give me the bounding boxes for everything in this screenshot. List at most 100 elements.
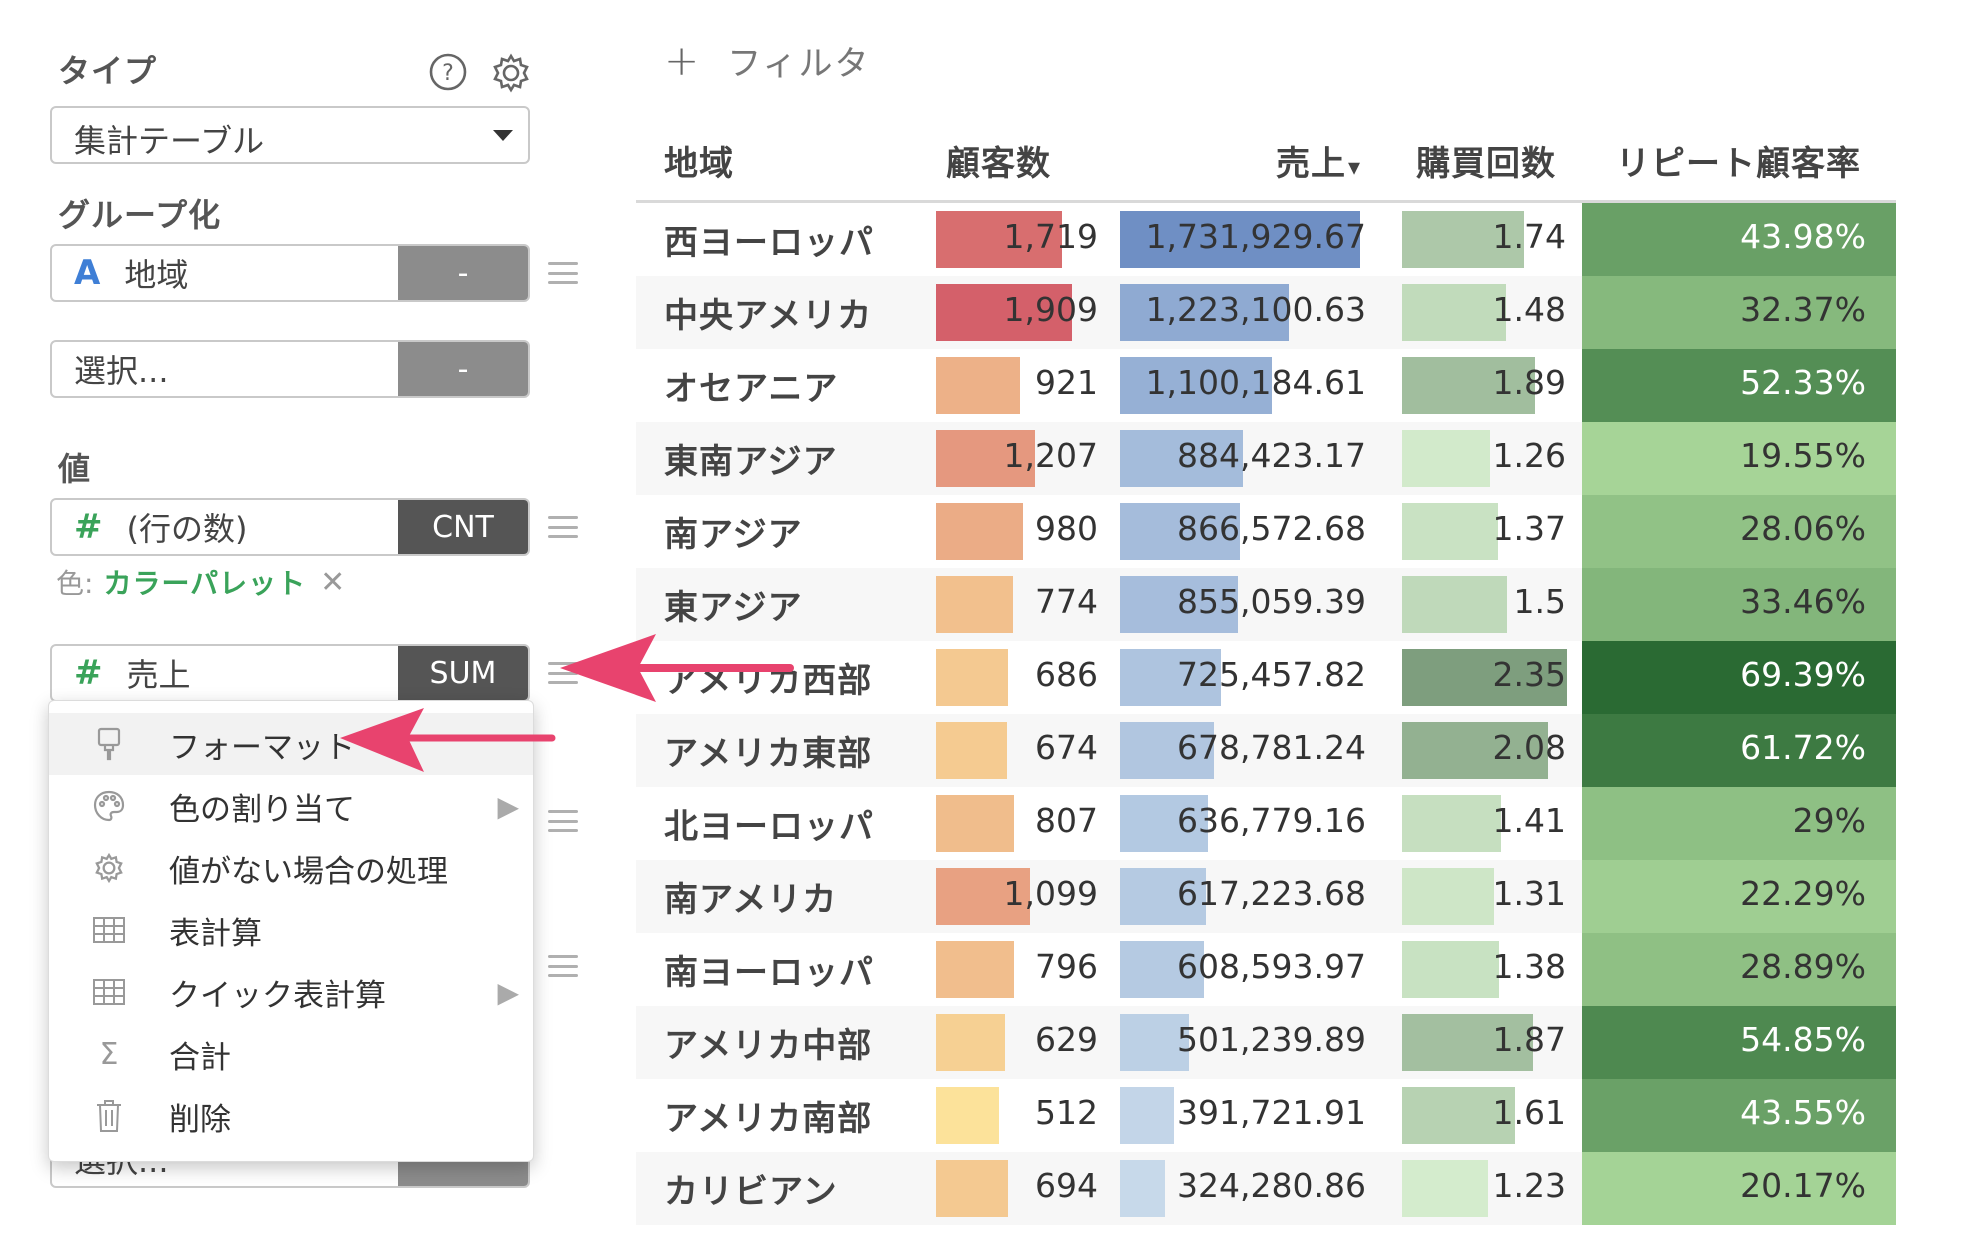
menu-item-label: 色の割り当て — [169, 791, 355, 828]
repeat-rate-value: 20.17% — [1740, 1166, 1866, 1205]
region-cell: カリビアン — [664, 1172, 838, 1212]
customers-cell: 629 — [1035, 1020, 1098, 1059]
purchases-cell: 2.35 — [1492, 655, 1566, 694]
header-region[interactable]: 地域 — [664, 136, 734, 185]
gear-icon — [49, 852, 169, 884]
table-row: アメリカ南部 512 391,721.91 1.61 43.55% — [636, 1079, 1896, 1152]
color-setting: 色: カラーパレット ✕ — [56, 562, 345, 602]
purchases-cell: 1.5 — [1513, 582, 1566, 621]
value2-field[interactable]: # 売上 — [52, 646, 398, 700]
type-label: タイプ — [58, 52, 158, 90]
group-select[interactable]: 選択... — [52, 342, 398, 396]
customers-cell: 774 — [1035, 582, 1098, 621]
sales-cell: 617,223.68 — [1177, 874, 1366, 913]
repeat-rate-value: 28.89% — [1740, 947, 1866, 986]
sales-cell: 608,593.97 — [1177, 947, 1366, 986]
region-cell: 北ヨーロッパ — [664, 807, 874, 847]
header-repeat-rate[interactable]: リピート顧客率 — [1616, 136, 1861, 185]
drag-handle-icon[interactable] — [548, 955, 578, 977]
color-palette-link[interactable]: カラーパレット — [103, 562, 306, 602]
close-icon[interactable]: ✕ — [320, 565, 345, 600]
customers-cell: 980 — [1035, 509, 1098, 548]
purchases-cell: 1.87 — [1492, 1020, 1566, 1059]
table-row: 西ヨーロッパ 1,719 1,731,929.67 1.74 43.98% — [636, 203, 1896, 276]
menu-item-delete[interactable]: 削除 — [49, 1085, 533, 1147]
value1-field[interactable]: # (行の数) — [52, 500, 398, 554]
trash-icon — [49, 1099, 169, 1133]
chart-type-select[interactable]: 集計テーブル — [50, 106, 530, 164]
purchases-cell: 1.26 — [1492, 436, 1566, 475]
customers-cell: 674 — [1035, 728, 1098, 767]
menu-item-label: クイック表計算 — [169, 977, 386, 1014]
annotation-arrow — [340, 708, 556, 772]
repeat-rate-cell: 28.89% — [1582, 933, 1896, 1006]
repeat-rate-cell: 61.72% — [1582, 714, 1896, 787]
table-row: 中央アメリカ 1,909 1,223,100.63 1.48 32.37% — [636, 276, 1896, 349]
customers-cell: 1,719 — [1003, 217, 1098, 256]
region-cell: アメリカ中部 — [664, 1026, 873, 1066]
region-cell: オセアニア — [664, 369, 839, 409]
region-cell: アメリカ南部 — [664, 1099, 873, 1139]
group-select-agg-button[interactable]: - — [398, 342, 528, 396]
drag-handle-icon[interactable] — [548, 262, 578, 284]
menu-item-label: 合計 — [169, 1039, 231, 1076]
add-filter-button[interactable]: + フィルタ — [664, 36, 871, 85]
repeat-rate-cell: 19.55% — [1582, 422, 1896, 495]
drag-handle-icon[interactable] — [548, 810, 578, 832]
brush-icon — [49, 727, 169, 761]
customers-cell: 512 — [1035, 1093, 1098, 1132]
header-sales[interactable]: 売上▾ — [1276, 136, 1361, 185]
repeat-rate-cell: 69.39% — [1582, 641, 1896, 714]
purchases-cell: 1.23 — [1492, 1166, 1566, 1205]
value1-field-label: (行の数) — [126, 510, 248, 548]
sales-cell: 501,239.89 — [1177, 1020, 1366, 1059]
repeat-rate-cell: 22.29% — [1582, 860, 1896, 933]
menu-item-color-assign[interactable]: 色の割り当て ▶ — [49, 775, 533, 837]
menu-item-table-calc[interactable]: 表計算 — [49, 899, 533, 961]
repeat-rate-value: 32.37% — [1740, 290, 1866, 329]
sales-cell: 1,100,184.61 — [1145, 363, 1366, 402]
chevron-right-icon: ▶ — [497, 975, 519, 1009]
table-row: アメリカ東部 674 678,781.24 2.08 61.72% — [636, 714, 1896, 787]
repeat-rate-value: 19.55% — [1740, 436, 1866, 475]
chevron-right-icon: ▶ — [497, 789, 519, 823]
repeat-rate-cell: 52.33% — [1582, 349, 1896, 422]
repeat-rate-value: 22.29% — [1740, 874, 1866, 913]
table-row: カリビアン 694 324,280.86 1.23 20.17% — [636, 1152, 1896, 1225]
plus-icon: + — [664, 36, 702, 85]
repeat-rate-value: 33.46% — [1740, 582, 1866, 621]
header-sales-label: 売上 — [1276, 144, 1346, 184]
menu-item-label: 値がない場合の処理 — [169, 853, 448, 890]
region-cell: 西ヨーロッパ — [664, 223, 874, 263]
table-row: 南アジア 980 866,572.68 1.37 28.06% — [636, 495, 1896, 568]
customers-cell: 1,207 — [1003, 436, 1098, 475]
customers-cell: 694 — [1035, 1166, 1098, 1205]
value2-field-label: 売上 — [126, 656, 191, 694]
header-purchases[interactable]: 購買回数 — [1416, 136, 1556, 185]
table-icon — [49, 916, 169, 944]
header-customers[interactable]: 顧客数 — [946, 136, 1051, 185]
drag-handle-icon[interactable] — [548, 516, 578, 538]
purchases-cell: 1.89 — [1492, 363, 1566, 402]
sales-cell: 855,059.39 — [1177, 582, 1366, 621]
menu-item-label: 削除 — [169, 1101, 231, 1138]
table-row: 南ヨーロッパ 796 608,593.97 1.38 28.89% — [636, 933, 1896, 1006]
purchases-cell: 1.74 — [1492, 217, 1566, 256]
value1-agg-button[interactable]: CNT — [398, 500, 528, 554]
menu-item-total[interactable]: Σ 合計 — [49, 1023, 533, 1085]
sales-cell: 324,280.86 — [1177, 1166, 1366, 1205]
menu-item-missing-values[interactable]: 値がない場合の処理 — [49, 837, 533, 899]
group-select-pill[interactable]: 選択... - — [50, 340, 530, 398]
group-agg-button[interactable]: - — [398, 246, 528, 300]
filter-label: フィルタ — [727, 44, 871, 84]
menu-item-quick-table-calc[interactable]: クイック表計算 ▶ — [49, 961, 533, 1023]
gear-icon[interactable] — [490, 52, 532, 94]
table-row: 南アメリカ 1,099 617,223.68 1.31 22.29% — [636, 860, 1896, 933]
group-field-pill[interactable]: A 地域 - — [50, 244, 530, 302]
customers-cell: 1,909 — [1003, 290, 1098, 329]
value2-agg-button[interactable]: SUM — [398, 646, 528, 700]
value1-pill[interactable]: # (行の数) CNT — [50, 498, 530, 556]
value2-pill[interactable]: # 売上 SUM — [50, 644, 530, 702]
group-field[interactable]: A 地域 — [52, 246, 398, 300]
help-icon[interactable]: ? — [428, 52, 468, 92]
